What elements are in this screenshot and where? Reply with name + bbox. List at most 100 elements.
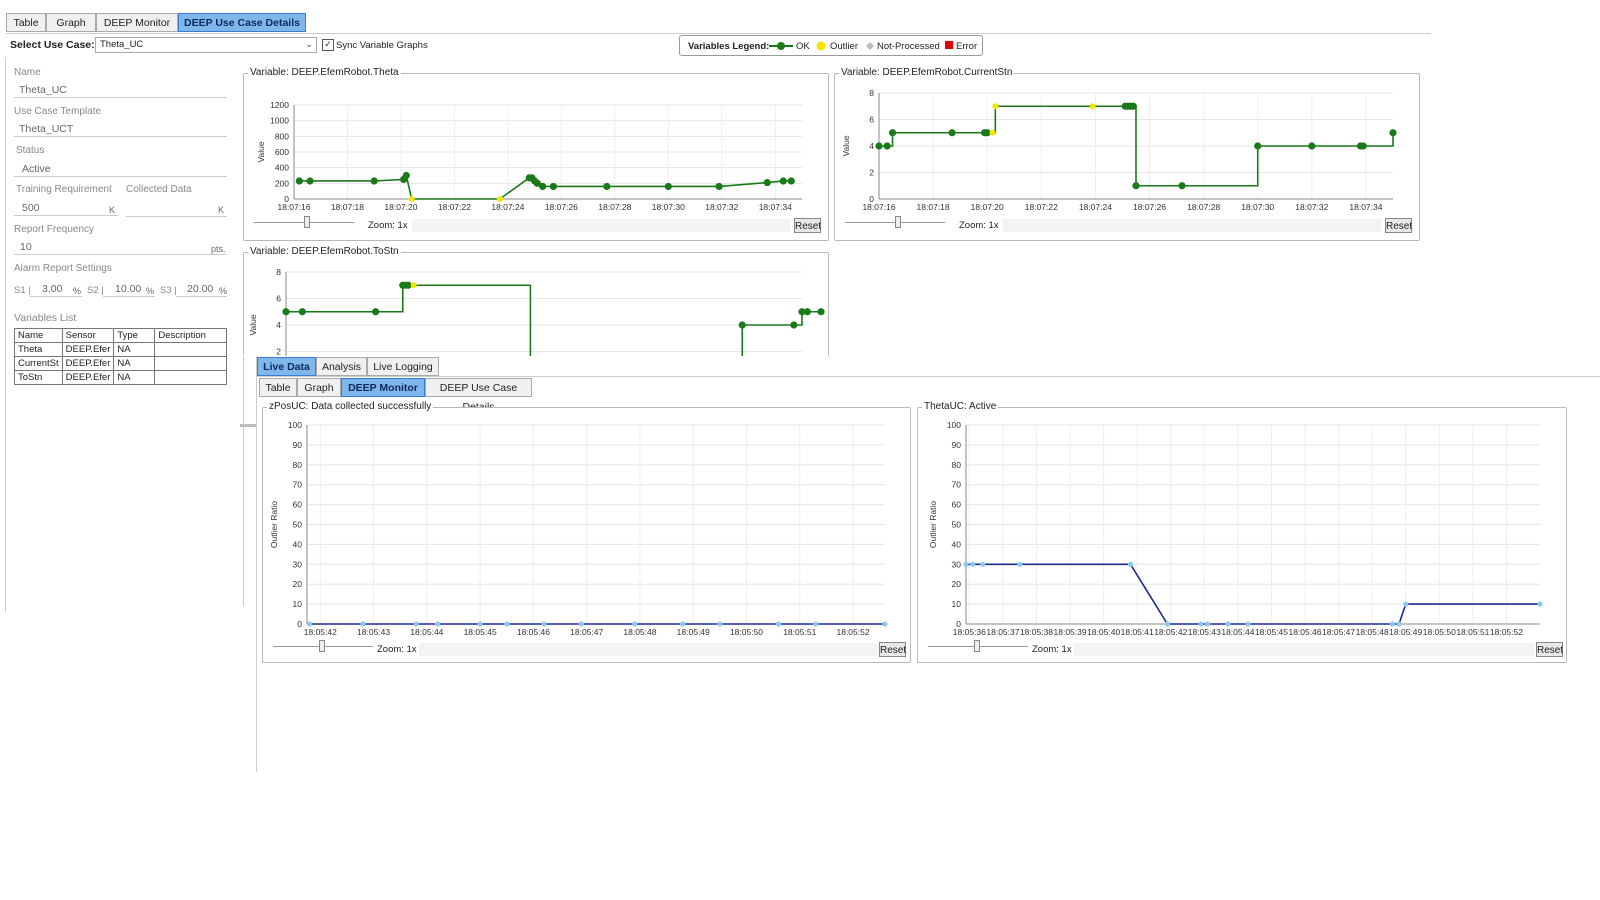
- outlier-point: [989, 129, 996, 136]
- tab-analysis[interactable]: Analysis: [316, 357, 367, 376]
- table-row[interactable]: Theta DEEP.Efer NA: [14, 342, 227, 357]
- zoom-label: Zoom: 1x: [1032, 644, 1072, 655]
- data-point: [632, 621, 638, 627]
- x-tick-label: 18:05:52: [1490, 627, 1523, 637]
- data-point: [578, 621, 584, 627]
- x-tick-label: 18:05:42: [304, 627, 337, 637]
- cell-type: NA: [113, 356, 156, 371]
- tab-graph[interactable]: Graph: [46, 13, 96, 32]
- x-tick-label: 18:07:22: [438, 202, 471, 212]
- outlier-point: [408, 196, 415, 202]
- training-requirement-field[interactable]: 500: [14, 201, 118, 216]
- table-row[interactable]: ToStn DEEP.Efer NA: [14, 370, 227, 385]
- reset-button[interactable]: Reset: [879, 642, 906, 657]
- reset-button[interactable]: Reset: [1536, 642, 1563, 657]
- alarm-report-settings-label: Alarm Report Settings: [14, 263, 112, 274]
- data-point: [1245, 621, 1251, 627]
- collected-data-field[interactable]: [126, 201, 227, 217]
- status-label: Status: [16, 145, 45, 156]
- chart-plot-group: 02004006008001000120018:07:16 18:07:18 18:…: [270, 100, 802, 212]
- x-tick-label: 18:07:32: [1295, 202, 1328, 212]
- reset-button[interactable]: Reset: [794, 218, 821, 233]
- x-tick-label: 18:07:22: [1025, 202, 1058, 212]
- training-requirement-label: Training Requirement: [16, 184, 112, 195]
- chart-plot-group: 0 10 20 30 40 50 60 70 80 90 100 18:05:42 18:05:43 18…: [288, 420, 888, 637]
- x-tick-label: 18:07:28: [598, 202, 631, 212]
- data-point: [813, 621, 819, 627]
- data-point: [539, 182, 547, 191]
- tab-live-logging[interactable]: Live Logging: [367, 357, 439, 376]
- y-tick-label: 50: [952, 520, 962, 530]
- tab-table[interactable]: Table: [259, 378, 297, 397]
- tab-table[interactable]: Table: [6, 13, 46, 32]
- tab-live-data[interactable]: Live Data: [257, 357, 316, 376]
- tab-deep-use-case-details[interactable]: DEEP Use Case Details: [425, 378, 532, 413]
- data-point: [948, 129, 956, 137]
- y-tick-label: 10: [293, 599, 303, 609]
- data-point: [787, 177, 795, 185]
- status-field[interactable]: Active: [14, 162, 227, 177]
- y-tick-label: 70: [952, 480, 962, 490]
- data-point: [715, 182, 723, 191]
- chart-thetauc: 010203040506070809010018:05:36 18:05:37 18…: [928, 420, 1543, 637]
- column-header-name[interactable]: Name: [14, 328, 63, 343]
- data-point: [1198, 621, 1204, 627]
- data-point: [1129, 102, 1137, 110]
- chart-plot-group: 010203040506070809010018:05:36 18:05:37 18…: [947, 420, 1543, 637]
- legend-not-processed-label: Not-Processed: [877, 41, 940, 52]
- tab-graph[interactable]: Graph: [297, 378, 341, 397]
- horizontal-scrollbar[interactable]: [412, 219, 790, 232]
- x-tick-label: 18:07:18: [917, 202, 950, 212]
- x-tick-label: 18:07:28: [1187, 202, 1220, 212]
- data-point: [803, 308, 812, 316]
- column-header-description[interactable]: Description: [154, 328, 227, 343]
- data-point: [970, 561, 976, 567]
- reset-button[interactable]: Reset: [1385, 218, 1412, 233]
- data-point: [372, 308, 380, 316]
- horizontal-scrollbar[interactable]: [1003, 219, 1381, 232]
- tab-deep-use-case-details[interactable]: DEEP Use Case Details: [178, 13, 306, 32]
- cell-type: NA: [113, 342, 156, 357]
- x-tick-label: 18:05:46: [1288, 627, 1321, 637]
- horizontal-scrollbar[interactable]: [1074, 643, 1534, 656]
- data-point: [370, 177, 378, 185]
- report-frequency-field[interactable]: 10: [14, 240, 227, 255]
- cell-sensor: DEEP.Efer: [61, 342, 115, 357]
- monitor-panel-thetauc: ThetaUC: Active 0 10 20 30 40 50 60 70 80 90 100 18…: [917, 401, 1567, 663]
- data-point: [307, 621, 313, 627]
- cell-name: CurrentSt: [14, 356, 63, 371]
- x-tick-label: 18:05:51: [1456, 627, 1489, 637]
- zoom-slider-thumb[interactable]: [304, 216, 310, 228]
- column-header-sensor[interactable]: Sensor: [61, 328, 115, 343]
- zoom-slider-thumb[interactable]: [895, 216, 901, 228]
- data-point: [1225, 621, 1231, 627]
- outlier-point: [992, 103, 999, 110]
- data-point: [1178, 182, 1186, 190]
- data-point: [282, 308, 290, 316]
- bottom-tab-bar: Live Data Analysis Live Logging: [257, 356, 1600, 377]
- column-header-type[interactable]: Type: [113, 328, 156, 343]
- top-tab-bar: Table Graph DEEP Monitor DEEP Use Case D…: [6, 13, 1431, 34]
- cell-description: [154, 356, 227, 371]
- data-point: [360, 621, 366, 627]
- s3-label: S3 |: [160, 285, 177, 296]
- tab-deep-monitor[interactable]: DEEP Monitor: [96, 13, 178, 32]
- use-case-dropdown[interactable]: Theta_UC ⌄: [95, 37, 317, 53]
- cell-name: Theta: [14, 342, 63, 357]
- y-tick-label: 50: [293, 520, 303, 530]
- zoom-slider-thumb[interactable]: [319, 640, 325, 652]
- name-field[interactable]: Theta_UC: [14, 83, 227, 98]
- monitor-panel-zposuc: zPosUC: Data collected successfully 0 10 2…: [262, 401, 911, 663]
- use-case-template-field[interactable]: Theta_UCT: [14, 122, 227, 137]
- zoom-slider-thumb[interactable]: [974, 640, 980, 652]
- data-point: [1389, 621, 1395, 627]
- sync-checkbox[interactable]: ✓: [322, 39, 334, 51]
- y-tick-label: 90: [952, 440, 962, 450]
- horizontal-scrollbar[interactable]: [419, 643, 879, 656]
- x-tick-label: 18:07:16: [862, 202, 895, 212]
- tab-deep-monitor[interactable]: DEEP Monitor: [341, 378, 425, 397]
- outlier-point: [410, 282, 417, 289]
- panel-edge: [243, 356, 244, 606]
- x-tick-label: 18:07:30: [1241, 202, 1274, 212]
- table-row[interactable]: CurrentSt DEEP.Efer NA: [14, 356, 227, 371]
